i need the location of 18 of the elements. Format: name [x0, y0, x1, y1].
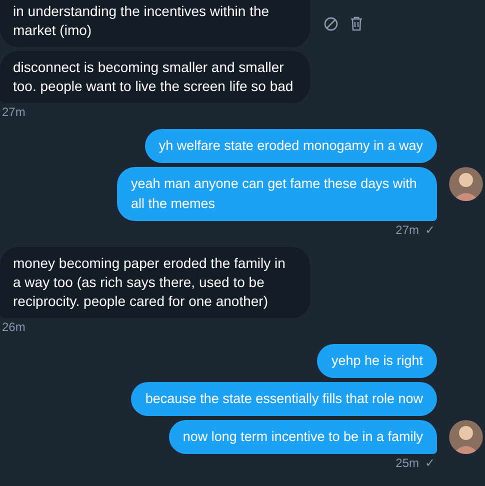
block-icon[interactable]	[324, 16, 338, 30]
sent-message: yeah man anyone can get fame these days with all the memes	[117, 167, 437, 221]
timestamp: 25m	[396, 456, 419, 471]
timestamp: 27m	[396, 223, 419, 238]
timestamp: 27m	[2, 105, 26, 120]
avatar[interactable]	[449, 167, 483, 201]
received-message: in understanding the incentives within the market (imo)	[0, 0, 310, 47]
received-message: money becoming paper eroded the family in a way too (as rich says there, used to be reciprocity. people cared for one another)	[0, 247, 310, 318]
sent-message: yehp he is right	[317, 344, 437, 378]
avatar[interactable]	[449, 420, 483, 454]
delete-icon[interactable]	[350, 16, 363, 31]
sent-message: because the state essentially fills that role now	[131, 382, 437, 416]
timestamp: 26m	[2, 320, 26, 335]
sent-message: yh welfare state eroded monogamy in a way	[144, 129, 437, 163]
read-receipt: ✓	[425, 456, 435, 471]
read-receipt: ✓	[425, 223, 435, 238]
sent-message: now long term incentive to be in a family	[168, 420, 437, 454]
received-message: disconnect is becoming smaller and smaller too. people want to live the screen life so bad	[0, 51, 310, 103]
